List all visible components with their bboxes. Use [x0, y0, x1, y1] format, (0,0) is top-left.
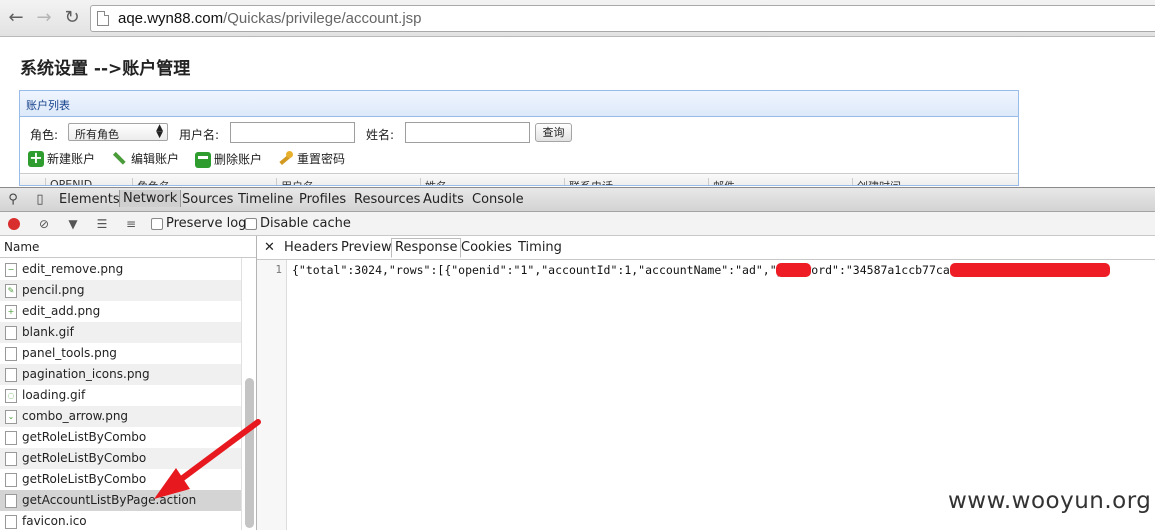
annotation-arrow: [154, 419, 261, 499]
arrow-head: [154, 468, 190, 499]
watermark: www.wooyun.org: [948, 488, 1152, 514]
arrow-shaft: [177, 419, 261, 483]
